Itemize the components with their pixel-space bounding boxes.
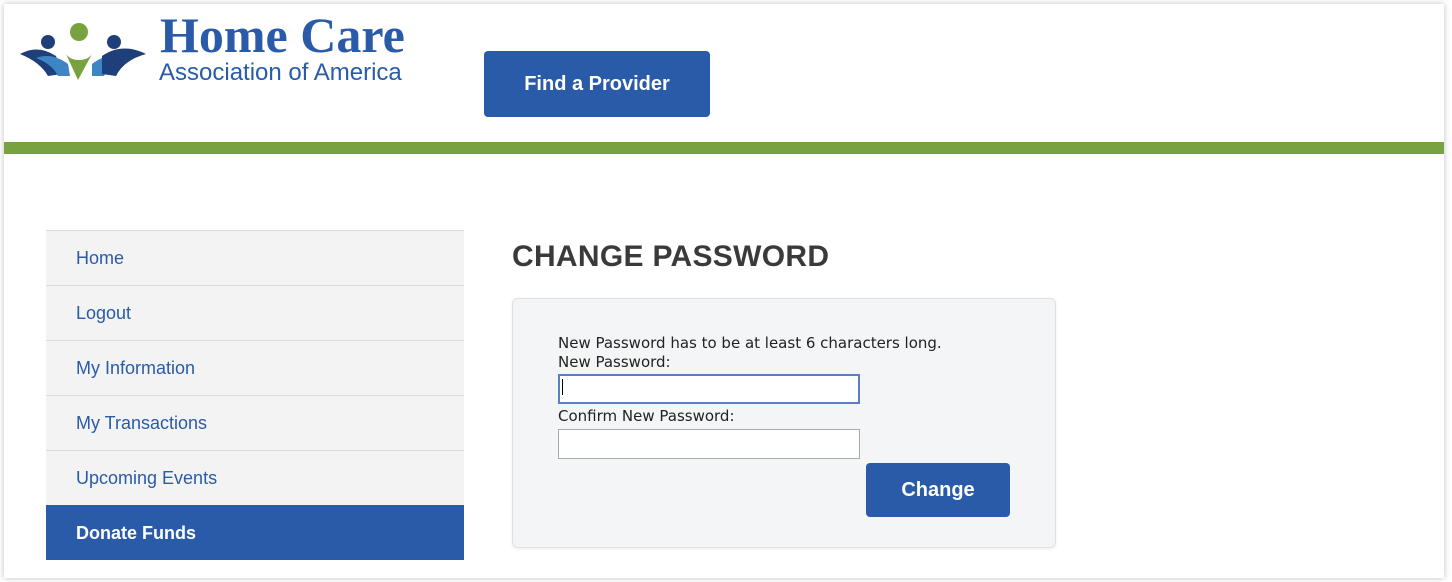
change-button[interactable]: Change: [866, 463, 1010, 517]
sidebar-nav: Home Logout My Information My Transactio…: [46, 230, 464, 560]
sidebar-item-home[interactable]: Home: [46, 230, 464, 285]
confirm-password-field[interactable]: [558, 429, 860, 459]
logo-subtitle: Association of America: [159, 59, 402, 86]
page-title: CHANGE PASSWORD: [512, 240, 830, 273]
sidebar-item-upcoming-events[interactable]: Upcoming Events: [46, 450, 464, 505]
logo-figures-icon: [20, 23, 146, 80]
site-logo[interactable]: Home Care Association of America: [18, 10, 448, 100]
change-password-panel: New Password has to be at least 6 charac…: [512, 298, 1056, 548]
sidebar-item-logout[interactable]: Logout: [46, 285, 464, 340]
new-password-field[interactable]: [558, 374, 860, 404]
sidebar-item-donate-funds[interactable]: Donate Funds: [46, 505, 464, 560]
sidebar-item-my-transactions[interactable]: My Transactions: [46, 395, 464, 450]
new-password-label: New Password:: [558, 353, 671, 371]
password-hint: New Password has to be at least 6 charac…: [558, 334, 942, 352]
header-divider: [4, 142, 1444, 154]
page-frame: Home Care Association of America Find a …: [4, 4, 1444, 578]
sidebar-item-my-information[interactable]: My Information: [46, 340, 464, 395]
confirm-password-label: Confirm New Password:: [558, 407, 735, 425]
find-provider-button[interactable]: Find a Provider: [484, 51, 710, 117]
logo-title: Home Care: [160, 7, 405, 63]
